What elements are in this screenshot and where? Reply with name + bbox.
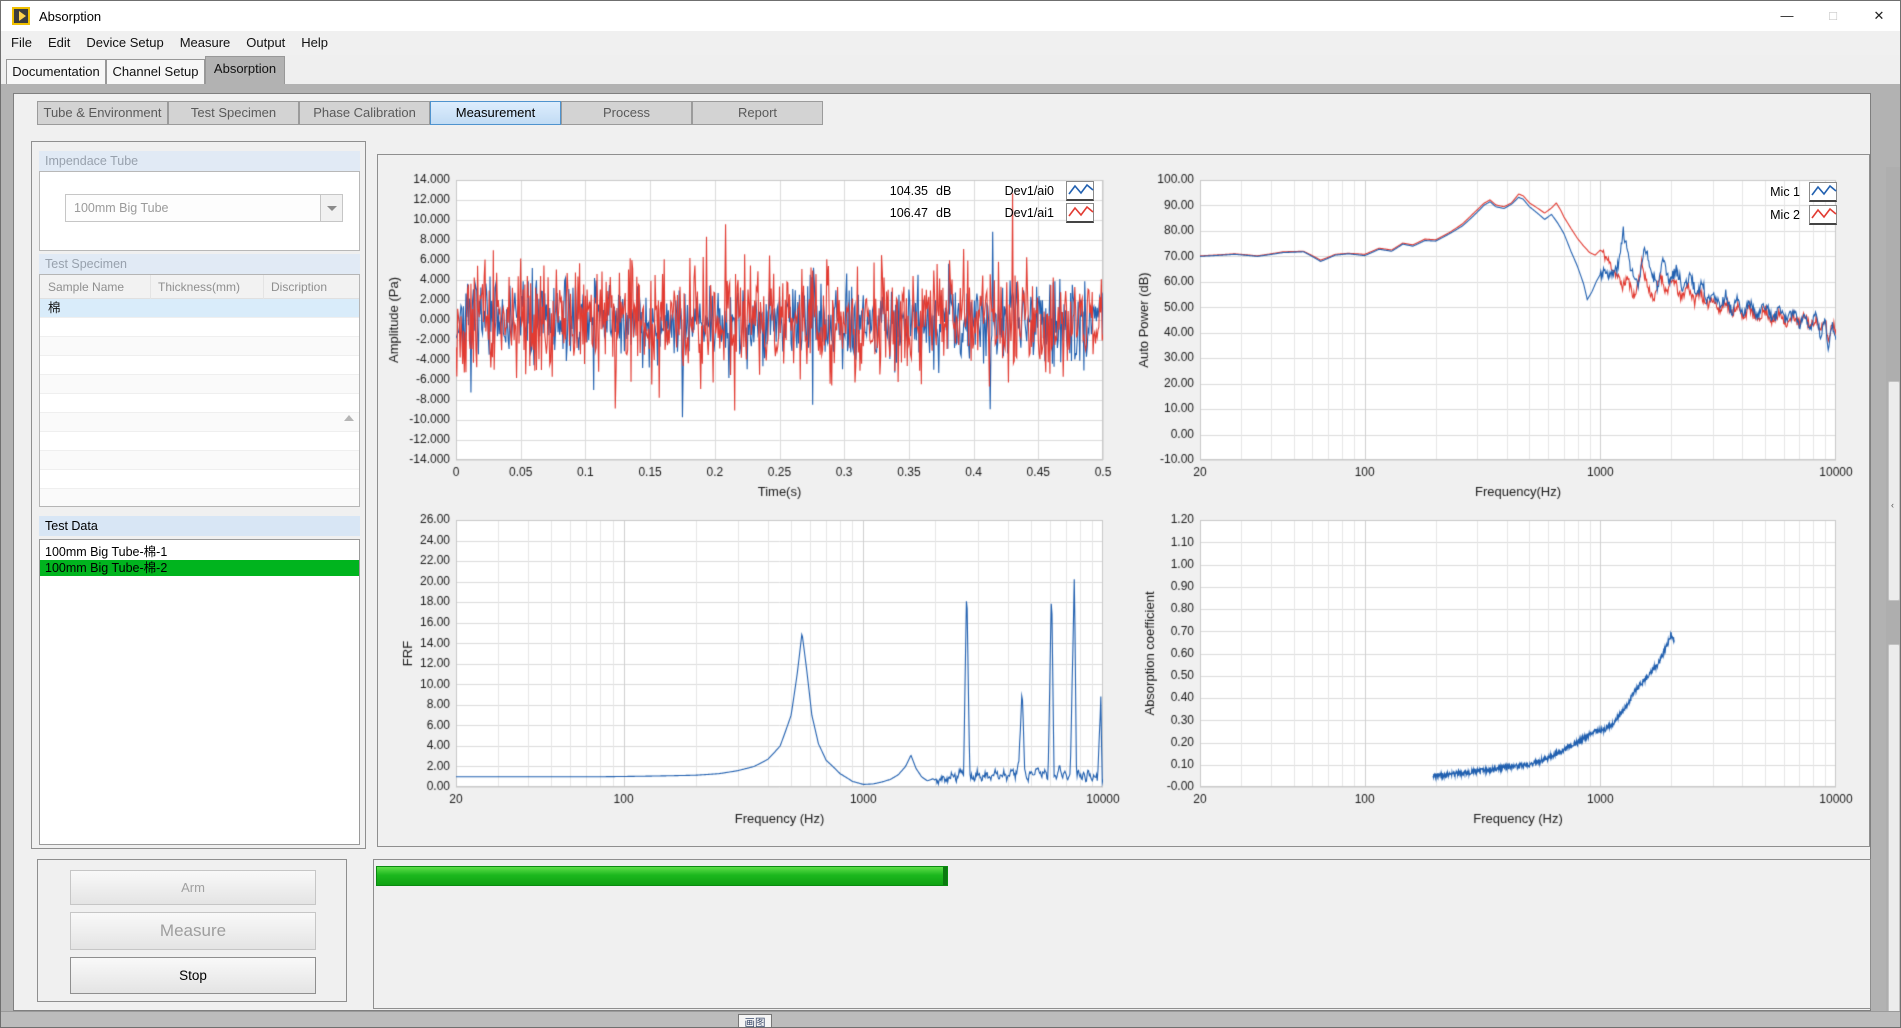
right-splitter-strip: ‹ [1886,167,1901,1028]
subtab-measurement[interactable]: Measurement [430,101,561,125]
table-row-empty [40,394,359,413]
legend-plot-icon-blue[interactable] [1066,181,1094,201]
minimize-button[interactable]: — [1764,1,1810,31]
charts-panel: 104.35 dB Dev1/ai0 106.47 dB Dev1/ai1 Mi… [377,154,1870,847]
charts-canvas [378,155,1869,846]
tab-channel-setup[interactable]: Channel Setup [106,59,205,84]
level-unit-ai1: dB [936,206,951,220]
test-data-list: 100mm Big Tube-棉-1 100mm Big Tube-棉-2 [39,539,360,845]
control-buttons-panel: Arm Measure Stop [37,859,347,1002]
column-discription: Discription [263,275,359,299]
table-row-empty [40,337,359,356]
splitter-handle[interactable]: ‹ [1888,381,1900,601]
measure-button[interactable]: Measure [70,912,316,950]
title-bar: Absorption — □ ✕ [1,1,1901,31]
tab-absorption[interactable]: Absorption [205,56,285,84]
subtab-process[interactable]: Process [561,101,692,125]
legend-plot-icon-mic2[interactable] [1809,205,1837,225]
menu-output[interactable]: Output [238,31,293,55]
sidebar-panel: Impendace Tube 100mm Big Tube Test Speci… [31,141,366,849]
table-row-empty [40,413,359,432]
tube-dropdown-value: 100mm Big Tube [74,201,169,215]
tube-dropdown[interactable]: 100mm Big Tube [65,194,343,222]
chevron-down-icon [327,206,337,211]
menu-edit[interactable]: Edit [40,31,78,55]
tube-dropdown-button[interactable] [320,195,342,221]
level-unit-ai0: dB [936,184,951,198]
app-window: Absorption — □ ✕ File Edit Device Setup … [0,0,1901,1028]
tab-documentation[interactable]: Documentation [6,59,106,84]
maximize-button[interactable]: □ [1810,1,1856,31]
menu-device-setup[interactable]: Device Setup [78,31,171,55]
table-row-empty [40,451,359,470]
test-specimen-table-header: Sample Name Thickness(mm) Discription [40,275,359,299]
page-background: Tube & Environment Test Specimen Phase C… [1,84,1901,1028]
menu-bar: File Edit Device Setup Measure Output He… [1,31,1901,55]
menu-help[interactable]: Help [293,31,336,55]
close-button[interactable]: ✕ [1856,1,1901,31]
legend-label-dev1ai1[interactable]: Dev1/ai1 [992,206,1054,220]
play-triangle-icon [19,11,26,21]
stop-button[interactable]: Stop [70,957,316,994]
bottom-strip: 画图 [1,1011,1901,1028]
level-value-ai1: 106.47 [876,206,928,220]
progress-bar [376,866,948,886]
scrollbar-track[interactable] [1888,644,1900,1028]
status-panel [373,859,1871,1009]
progress-bar-cap [943,867,947,885]
arm-button[interactable]: Arm [70,870,316,905]
top-tab-bar: Documentation Channel Setup Absorption [1,55,1901,84]
table-row-empty [40,318,359,337]
chevron-up-icon[interactable] [344,415,354,421]
tab-paint-partial[interactable]: 画图 [738,1014,772,1028]
list-item-test-data-1[interactable]: 100mm Big Tube-棉-1 [40,544,359,560]
app-icon [12,7,30,25]
table-row-empty [40,356,359,375]
test-specimen-table: Sample Name Thickness(mm) Discription 棉 [39,274,360,507]
collapse-arrow-icon: ‹ [1891,500,1894,510]
legend-label-dev1ai0[interactable]: Dev1/ai0 [992,184,1054,198]
test-specimen-header: Test Specimen [39,254,360,274]
main-panel: Tube & Environment Test Specimen Phase C… [13,93,1871,1011]
subtab-phase-calibration[interactable]: Phase Calibration [299,101,430,125]
subtab-report[interactable]: Report [692,101,823,125]
menu-measure[interactable]: Measure [172,31,239,55]
list-item-test-data-2-selected[interactable]: 100mm Big Tube-棉-2 [40,560,359,576]
legend-label-mic2[interactable]: Mic 2 [1734,208,1800,222]
table-row-empty [40,489,359,507]
impedance-tube-header: Impendace Tube [39,151,360,171]
menu-file[interactable]: File [3,31,40,55]
test-data-header: Test Data [39,516,360,536]
window-title: Absorption [39,9,101,24]
column-sample-name: Sample Name [40,275,150,299]
impedance-tube-box: 100mm Big Tube [39,171,360,251]
table-row-empty [40,470,359,489]
table-row-specimen[interactable]: 棉 [40,299,359,318]
table-row-empty [40,432,359,451]
subtab-test-specimen[interactable]: Test Specimen [168,101,299,125]
level-value-ai0: 104.35 [876,184,928,198]
legend-plot-icon-red[interactable] [1066,203,1094,223]
subtab-tube-environment[interactable]: Tube & Environment [37,101,168,125]
table-row-empty [40,375,359,394]
legend-plot-icon-mic1[interactable] [1809,182,1837,202]
column-thickness: Thickness(mm) [150,275,263,299]
legend-label-mic1[interactable]: Mic 1 [1734,185,1800,199]
